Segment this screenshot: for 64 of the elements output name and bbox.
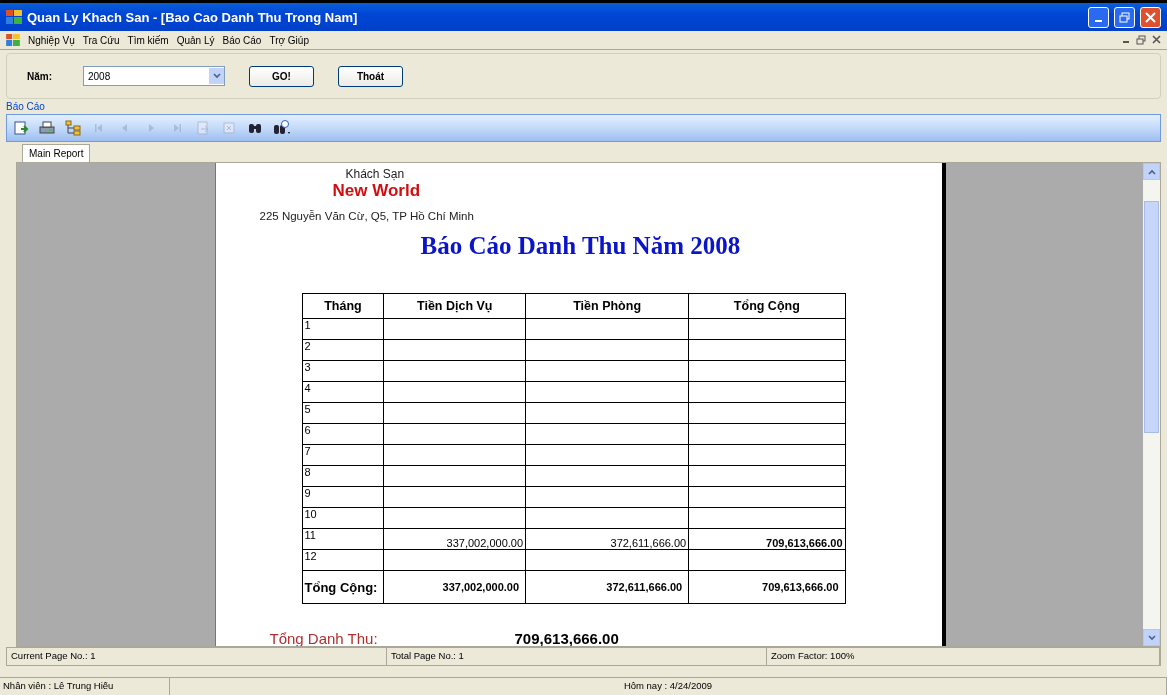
status-text: Hôm nay : 4/24/2009 — [170, 678, 1167, 695]
viewer-status-text: Total Page No.: 1 — [387, 648, 767, 665]
export-icon[interactable] — [13, 120, 29, 136]
table-cell: 337,002,000.00 — [383, 528, 526, 550]
restore-icon[interactable] — [1136, 35, 1146, 45]
go-button[interactable]: GO! — [249, 65, 314, 87]
table-cell: 2 — [302, 339, 384, 361]
report-title: Báo Cáo Danh Thu Năm 2008 — [420, 232, 742, 260]
table-cell: 5 — [302, 402, 384, 424]
revenue-value: 709,613,666.00 — [514, 630, 619, 646]
table-cell: 12 — [302, 549, 384, 571]
column-header: Tiền Phòng — [525, 293, 689, 319]
scrollbar[interactable] — [1143, 163, 1160, 646]
status-text: Nhân viên : Lê Trung Hiếu — [0, 678, 170, 695]
column-header: Tổng Cộng — [688, 293, 845, 319]
table-cell: 372,611,666.00 — [525, 570, 689, 604]
table-cell: 1 — [302, 318, 384, 340]
column-header: Tiền Dịch Vụ — [383, 293, 526, 319]
table-cell: 709,613,666.00 — [688, 570, 845, 604]
restore-icon — [1119, 11, 1130, 23]
viewer-status-text: Zoom Factor: 100% — [767, 648, 1160, 665]
window-title: Quan Ly Khach San - [Bao Cao Danh Thu Trong Nam] — [27, 9, 359, 25]
year-dropdown[interactable]: 2008 — [83, 66, 225, 86]
minimize-button[interactable] — [1088, 6, 1109, 28]
scroll-thumb[interactable] — [1144, 201, 1159, 433]
app-icon — [6, 10, 22, 24]
table-cell: 3 — [302, 360, 384, 382]
table-cell: 8 — [302, 465, 384, 487]
table-cell: 11 — [302, 528, 384, 550]
menu-item[interactable]: Tìm kiếm — [127, 34, 169, 46]
table-cell: 709,613,666.00 — [688, 528, 845, 550]
hotel-name: New World — [332, 181, 422, 201]
viewer-status-text: Current Page No.: 1 — [7, 648, 387, 665]
app-icon — [6, 34, 20, 46]
table-cell: 7 — [302, 444, 384, 466]
table-cell: 6 — [302, 423, 384, 445]
scroll-down-icon[interactable] — [1147, 634, 1156, 641]
table-cell: 4 — [302, 381, 384, 403]
group-label: Báo Cáo — [6, 101, 46, 112]
menu-item[interactable]: Báo Cáo — [222, 34, 262, 46]
printer-icon[interactable] — [39, 120, 55, 136]
close-icon[interactable] — [1152, 35, 1161, 44]
table-cell: 372,611,666.00 — [525, 528, 689, 550]
menu-item[interactable]: Nghiệp Vụ — [28, 34, 75, 46]
restore-button[interactable] — [1114, 6, 1135, 28]
menu-item[interactable]: Trợ Giúp — [269, 34, 309, 46]
column-header: Tháng — [302, 293, 384, 319]
hotel-label: Khách Sạn — [345, 167, 406, 181]
menu-item[interactable]: Quản Lý — [176, 34, 215, 46]
minimize-icon — [1095, 20, 1102, 22]
table-cell: 337,002,000.00 — [383, 570, 526, 604]
close-button[interactable] — [1140, 6, 1161, 28]
scroll-up-icon[interactable] — [1147, 168, 1156, 175]
total-label: Tổng Cộng: — [302, 570, 384, 604]
exit-button[interactable]: Thoát — [338, 65, 403, 87]
table-cell: 9 — [302, 486, 384, 508]
report-tab[interactable]: Main Report — [22, 144, 91, 162]
year-label: Năm: — [27, 70, 53, 82]
zoom-icon[interactable] — [273, 120, 291, 136]
close-icon — [1145, 11, 1156, 23]
menu-item[interactable]: Tra Cứu — [82, 34, 120, 46]
table-cell: 10 — [302, 507, 384, 529]
hotel-address: 225 Nguyễn Văn Cừ, Q5, TP Hồ Chí Minh — [259, 210, 475, 222]
tree-icon[interactable] — [65, 120, 81, 136]
